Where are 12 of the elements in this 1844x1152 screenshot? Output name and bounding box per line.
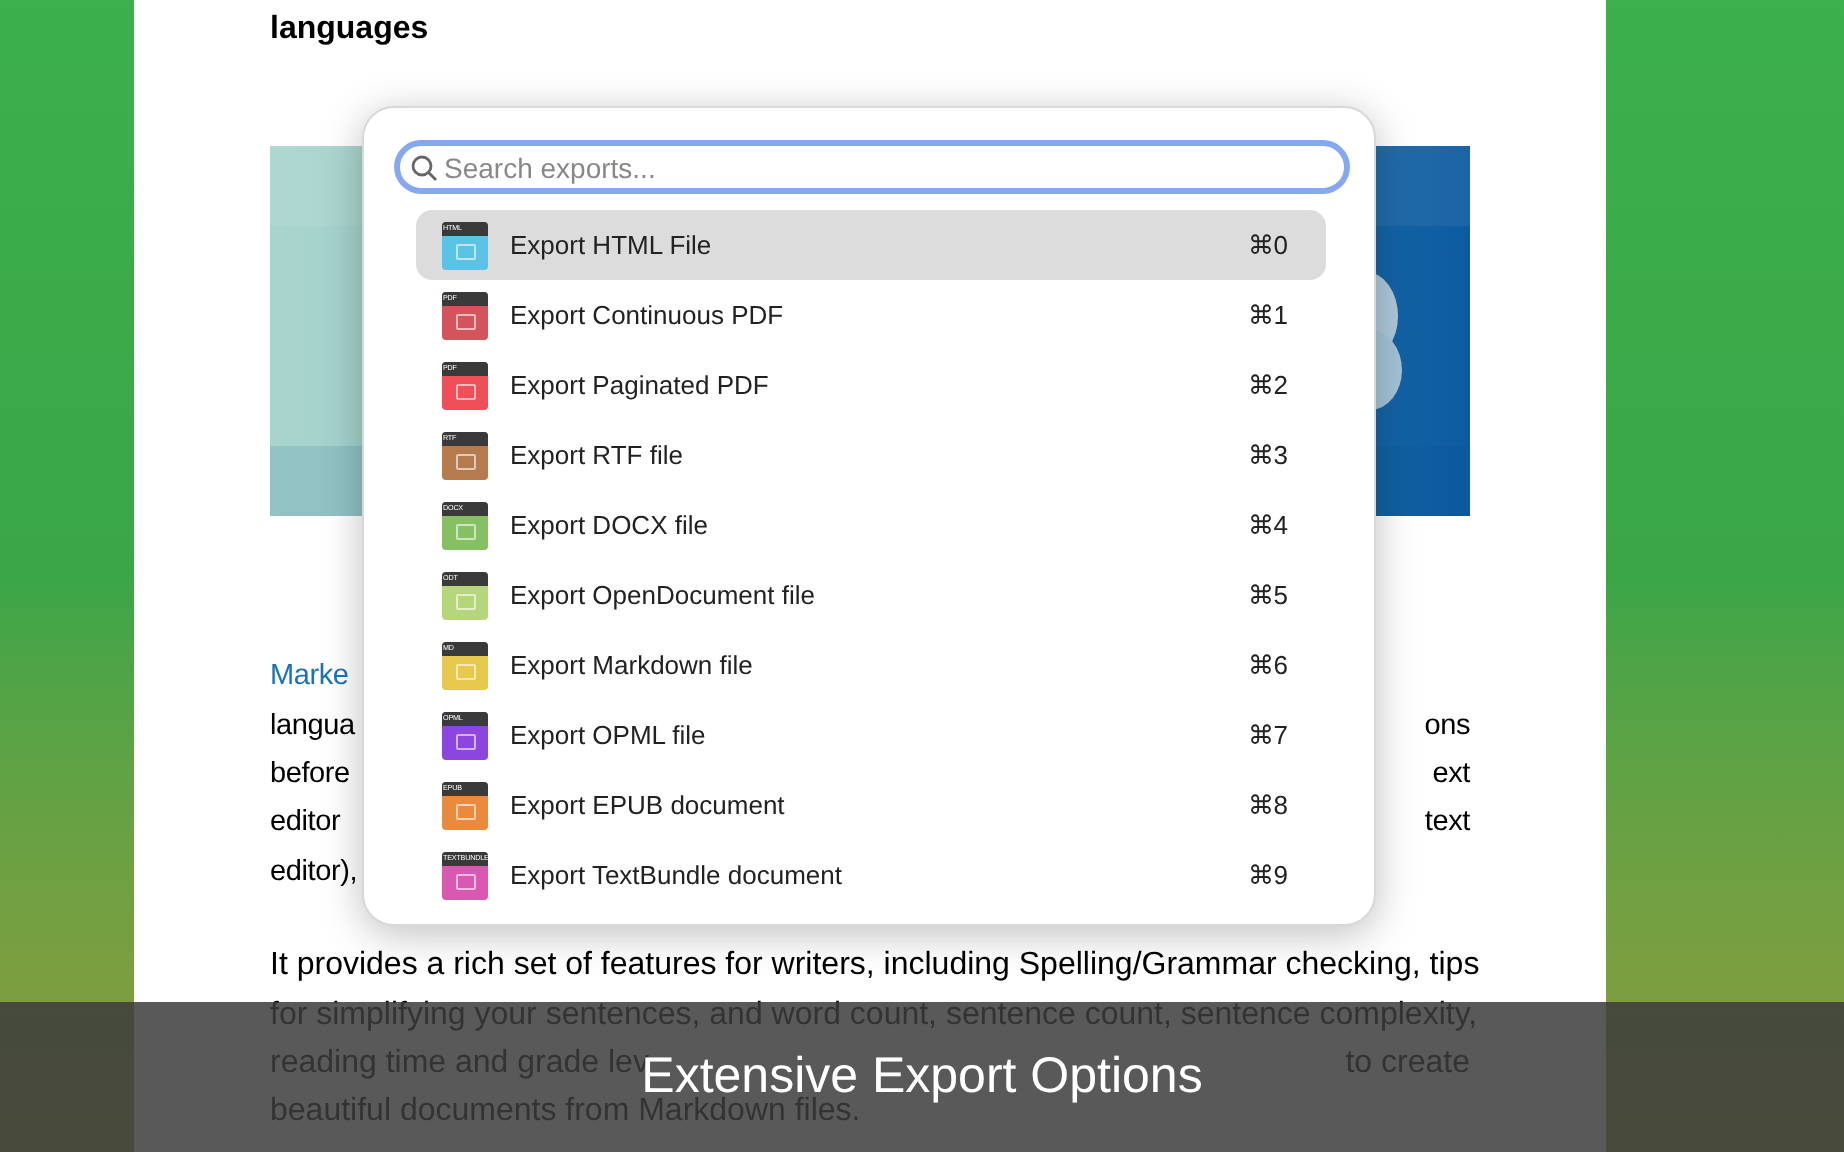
paragraph-text: editor),: [270, 853, 358, 890]
search-field[interactable]: Search exports...: [394, 140, 1350, 194]
paragraph-text: before: [270, 755, 350, 792]
link[interactable]: Marke: [270, 658, 349, 695]
paragraph-text: langua: [270, 707, 355, 744]
section-heading: languages: [270, 10, 429, 50]
paragraph-text: ons: [1424, 707, 1470, 744]
paragraph-text: ext: [1432, 755, 1470, 792]
paragraph-text: editor: [270, 804, 341, 841]
search-icon: [410, 154, 438, 182]
paragraph-text: It provides a rich set of features for writers, including Spelling/Grammar checking, tips: [270, 948, 1480, 985]
paragraph-text: text: [1424, 804, 1470, 841]
